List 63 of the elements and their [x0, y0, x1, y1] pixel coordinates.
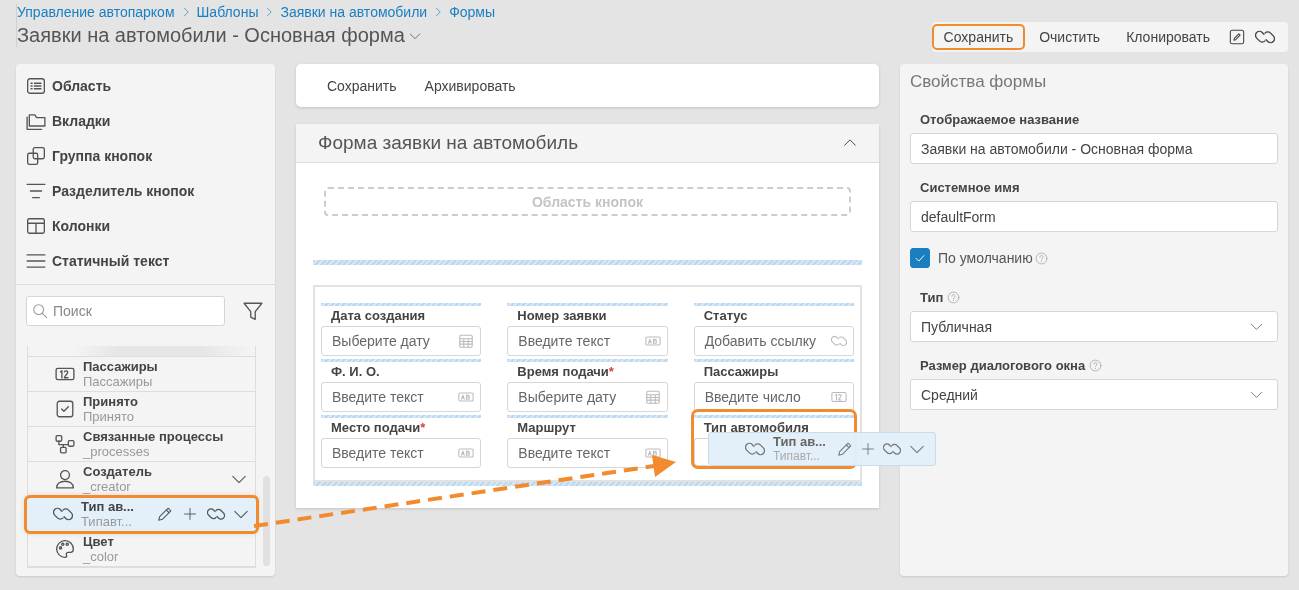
field-label: Время подачи	[517, 364, 609, 379]
dropdown[interactable]: Публичная	[910, 311, 1278, 342]
input-field[interactable]: Введите текст	[507, 438, 668, 468]
input-field[interactable]: defaultForm	[910, 201, 1278, 232]
field-system-name: Пассажиры	[83, 374, 154, 389]
field-system-name: _color	[83, 549, 120, 564]
palette-item[interactable]: Вкладки	[52, 112, 111, 129]
panel-title: Свойства формы	[910, 72, 1048, 92]
required-mark: *	[420, 420, 426, 435]
field-name: Тип ав...	[773, 435, 827, 449]
input-field[interactable]: Введите текст	[507, 326, 668, 356]
input-field[interactable]: Введите текст	[321, 382, 482, 412]
input-field[interactable]: Введите число	[693, 382, 854, 412]
button-area-dropzone: Область кнопок	[324, 187, 851, 216]
toolbar-button[interactable]: Клонировать	[1114, 24, 1222, 50]
field-system-name: Типавт...	[81, 514, 133, 529]
field-system-name: _creator	[83, 479, 132, 494]
palette-item[interactable]: Область	[52, 77, 112, 94]
input-field[interactable]: Выберите дату	[507, 382, 668, 412]
field-name: Пассажиры	[83, 359, 159, 374]
field-name: Принято	[83, 394, 139, 409]
input-field[interactable]: Заявки на автомобили - Основная форма	[910, 133, 1278, 164]
property-label: Системное имя	[920, 180, 1020, 195]
toolbar-button[interactable]: Сохранить	[931, 24, 1026, 50]
field-label: Место подачи	[331, 420, 421, 435]
form-toolbar-button[interactable]: Архивировать	[411, 71, 529, 100]
input-field[interactable]: Введите текст	[321, 438, 482, 468]
field-list-item[interactable]: Принято Принято	[28, 392, 255, 427]
palette-item[interactable]: Разделитель кнопок	[52, 182, 195, 199]
field-name: Создатель	[83, 464, 153, 479]
field-list-item[interactable]: Тип ав... Типавт...	[26, 497, 257, 532]
form-toolbar-button[interactable]: Сохранить	[314, 71, 410, 100]
field-system-name: _processes	[83, 444, 151, 459]
field-label: Маршрут	[517, 420, 576, 435]
toolbar-button[interactable]: Очистить	[1027, 24, 1113, 50]
field-label: Дата создания	[331, 308, 426, 323]
field-name: Связанные процессы	[83, 429, 225, 444]
palette-item[interactable]: Статичный текст	[52, 252, 170, 269]
required-mark: *	[608, 364, 614, 379]
form-section-title: Форма заявки на автомобиль	[318, 132, 579, 154]
field-label: Пассажиры	[703, 364, 779, 379]
palette-item[interactable]: Группа кнопок	[52, 147, 153, 164]
field-system-name: Принято	[83, 409, 136, 424]
field-system-name: Типавт...	[773, 449, 821, 463]
search-field[interactable]: Поиск	[26, 296, 225, 326]
property-label: Отображаемое название	[920, 112, 1080, 127]
field-label: Ф. И. О.	[331, 364, 380, 379]
field-list-item[interactable]: Связанные процессы _processes	[28, 427, 255, 462]
field-label: Статус	[703, 308, 748, 323]
field-name: Тип ав...	[81, 499, 135, 514]
field-list-item[interactable]: Цвет _color	[28, 532, 255, 567]
checkbox-label: По умолчанию	[938, 250, 1033, 266]
palette-item[interactable]: Колонки	[52, 217, 111, 234]
input-field[interactable]: Выберите дату	[321, 326, 482, 356]
field-label: Тип автомобиля	[703, 420, 809, 435]
field-label: Номер заявки	[517, 308, 607, 323]
input-field[interactable]: Добавить ссылку	[693, 326, 854, 356]
page-title: Заявки на автомобили - Основная форма	[17, 24, 405, 47]
field-list-item[interactable]: Пассажиры Пассажиры	[28, 357, 255, 392]
dropdown[interactable]: Средний	[910, 379, 1278, 410]
property-label: Размер диалогового окна	[920, 358, 1086, 373]
field-name: Цвет	[83, 534, 115, 549]
property-label: Тип	[920, 290, 944, 305]
